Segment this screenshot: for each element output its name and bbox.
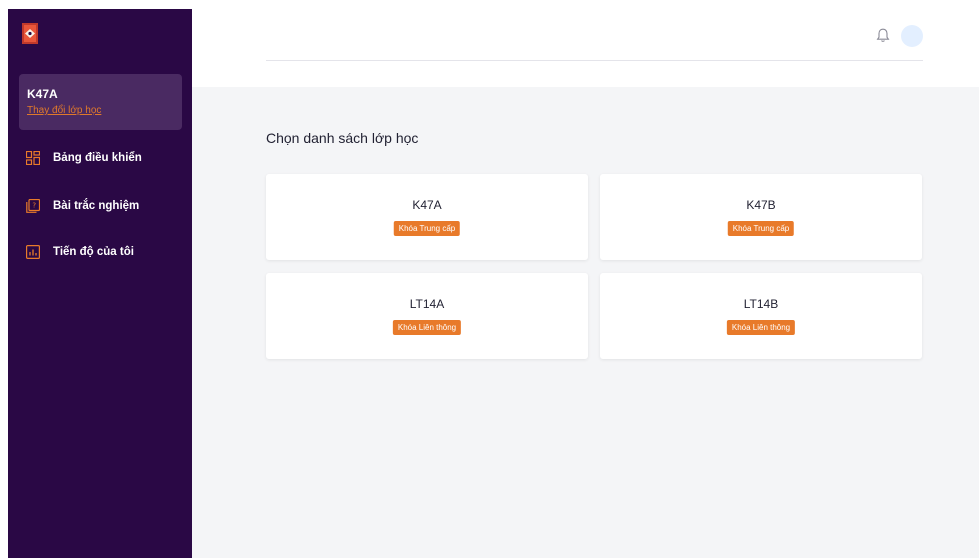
sidebar-item-label: Bảng điều khiển xyxy=(53,152,142,164)
sidebar-item-quiz[interactable]: ? Bài trắc nghiệm xyxy=(26,196,139,216)
sidebar-item-dashboard[interactable]: Bảng điều khiển xyxy=(26,148,142,168)
class-card-k47b[interactable]: K47B Khóa Trung cấp xyxy=(600,174,922,260)
current-class-card: K47A Thay đổi lớp học xyxy=(19,74,182,130)
quiz-icon: ? xyxy=(26,199,40,213)
current-class-name: K47A xyxy=(27,87,58,101)
progress-chart-icon xyxy=(26,245,40,259)
class-card-lt14b[interactable]: LT14B Khóa Liên thông xyxy=(600,273,922,359)
sidebar: K47A Thay đổi lớp học Bảng điều khiển ? … xyxy=(8,9,192,558)
page-title: Chọn danh sách lớp học xyxy=(266,130,419,146)
class-name: K47A xyxy=(412,198,442,212)
book-logo-icon[interactable] xyxy=(21,23,39,44)
header-divider xyxy=(266,60,923,61)
svg-text:?: ? xyxy=(32,202,36,210)
sidebar-item-label: Tiến độ của tôi xyxy=(53,246,134,258)
class-card-k47a[interactable]: K47A Khóa Trung cấp xyxy=(266,174,588,260)
course-badge: Khóa Liên thông xyxy=(392,320,462,335)
class-name: LT14B xyxy=(743,297,779,311)
sidebar-item-label: Bài trắc nghiệm xyxy=(53,200,140,212)
bell-icon[interactable] xyxy=(876,28,890,43)
avatar[interactable] xyxy=(901,25,923,47)
dashboard-icon xyxy=(26,151,40,165)
main-content: Chọn danh sách lớp học K47A Khóa Trung c… xyxy=(192,9,979,558)
course-badge: Khóa Trung cấp xyxy=(727,221,795,236)
change-class-link[interactable]: Thay đổi lớp học xyxy=(27,105,101,116)
class-name: K47B xyxy=(746,198,776,212)
course-badge: Khóa Trung cấp xyxy=(393,221,461,236)
app-frame: K47A Thay đổi lớp học Bảng điều khiển ? … xyxy=(8,9,979,558)
course-badge: Khóa Liên thông xyxy=(726,320,796,335)
class-card-lt14a[interactable]: LT14A Khóa Liên thông xyxy=(266,273,588,359)
top-bar xyxy=(192,9,979,87)
sidebar-item-progress[interactable]: Tiến độ của tôi xyxy=(26,242,134,262)
class-name: LT14A xyxy=(409,297,445,311)
